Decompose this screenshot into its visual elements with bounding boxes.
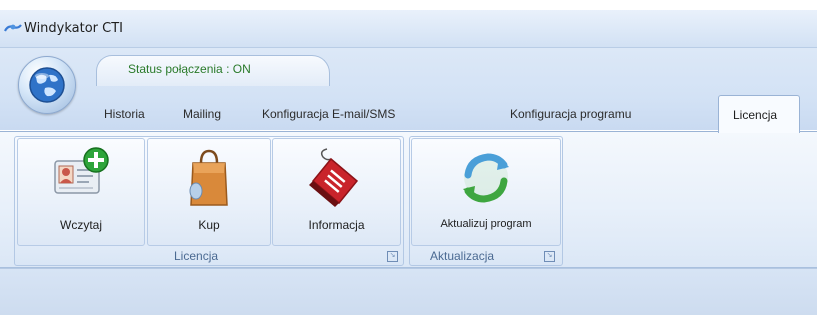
group-aktualizacja-launcher-icon[interactable]: ↘ <box>544 251 555 262</box>
tag-info-icon <box>308 148 358 207</box>
wczytaj-label: Wczytaj <box>60 218 102 232</box>
refresh-icon <box>463 153 509 203</box>
id-card-add-icon <box>54 147 109 194</box>
informacja-button[interactable]: Informacja <box>272 138 401 246</box>
aktualizuj-program-button[interactable]: Aktualizuj program <box>411 138 561 246</box>
group-licencja-launcher-icon[interactable]: ↘ <box>387 251 398 262</box>
application-menu-button[interactable] <box>18 56 76 114</box>
informacja-label: Informacja <box>308 218 365 232</box>
connection-status: Status połączenia : ON <box>128 62 251 76</box>
content-area <box>0 268 817 315</box>
title-bar: Windykator CTI <box>0 10 817 48</box>
kup-label: Kup <box>198 218 220 232</box>
group-licencja-label: Licencja <box>174 249 219 263</box>
tab-licencja[interactable]: Licencja <box>718 95 800 133</box>
group-aktualizacja-label: Aktualizacja <box>430 249 495 263</box>
tab-historia[interactable]: Historia <box>104 107 145 121</box>
tab-konfiguracja-programu[interactable]: Konfiguracja programu <box>510 107 631 121</box>
aktualizuj-program-label: Aktualizuj program <box>440 218 532 230</box>
wczytaj-button[interactable]: Wczytaj <box>17 138 145 246</box>
tab-mailing[interactable]: Mailing <box>183 107 221 121</box>
tab-konfiguracja-email-sms[interactable]: Konfiguracja E-mail/SMS <box>262 107 395 121</box>
shopping-bag-icon <box>189 149 228 206</box>
kup-button[interactable]: Kup <box>147 138 271 246</box>
app-icon <box>4 24 22 32</box>
globe-icon <box>29 67 65 103</box>
tab-licencja-label: Licencja <box>733 108 778 122</box>
window-title: Windykator CTI <box>24 21 124 36</box>
